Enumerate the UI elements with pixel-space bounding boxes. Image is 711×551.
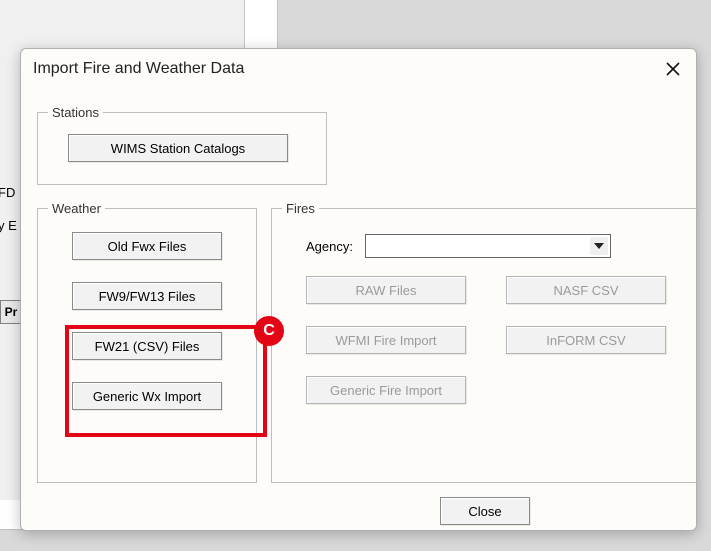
fires-group: Fires Agency: RAW Files NASF CSV WFMI Fi… — [271, 201, 699, 483]
old-fwx-files-button[interactable]: Old Fwx Files — [72, 232, 222, 260]
close-button-x[interactable] — [658, 55, 688, 83]
dialog-title: Import Fire and Weather Data — [33, 60, 244, 78]
wfmi-fire-import-button: WFMI Fire Import — [306, 326, 466, 354]
agency-dropdown[interactable] — [365, 234, 611, 258]
footer-row: Close — [271, 497, 699, 525]
generic-wx-import-button[interactable]: Generic Wx Import — [72, 382, 222, 410]
close-icon — [666, 62, 680, 76]
weather-legend: Weather — [48, 201, 105, 216]
stations-legend: Stations — [48, 105, 103, 120]
fw9-fw13-files-button[interactable]: FW9/FW13 Files — [72, 282, 222, 310]
background-label-fd: FD — [0, 185, 15, 200]
fires-legend: Fires — [282, 201, 319, 216]
close-button[interactable]: Close — [440, 497, 530, 525]
background-label-ye: y E — [0, 218, 17, 233]
raw-files-button: RAW Files — [306, 276, 466, 304]
nasf-csv-button: NASF CSV — [506, 276, 666, 304]
inform-csv-button: InFORM CSV — [506, 326, 666, 354]
background-button-pr[interactable]: Pr — [0, 300, 22, 324]
chevron-down-icon — [590, 237, 608, 255]
import-dialog: Import Fire and Weather Data Stations WI… — [20, 48, 697, 531]
agency-label: Agency: — [306, 239, 353, 254]
fw21-csv-files-button[interactable]: FW21 (CSV) Files — [72, 332, 222, 360]
generic-fire-import-button: Generic Fire Import — [306, 376, 466, 404]
titlebar: Import Fire and Weather Data — [21, 49, 696, 89]
weather-group: Weather Old Fwx Files FW9/FW13 Files FW2… — [37, 201, 257, 483]
wims-station-catalogs-button[interactable]: WIMS Station Catalogs — [68, 134, 288, 162]
stations-group: Stations WIMS Station Catalogs — [37, 105, 327, 185]
